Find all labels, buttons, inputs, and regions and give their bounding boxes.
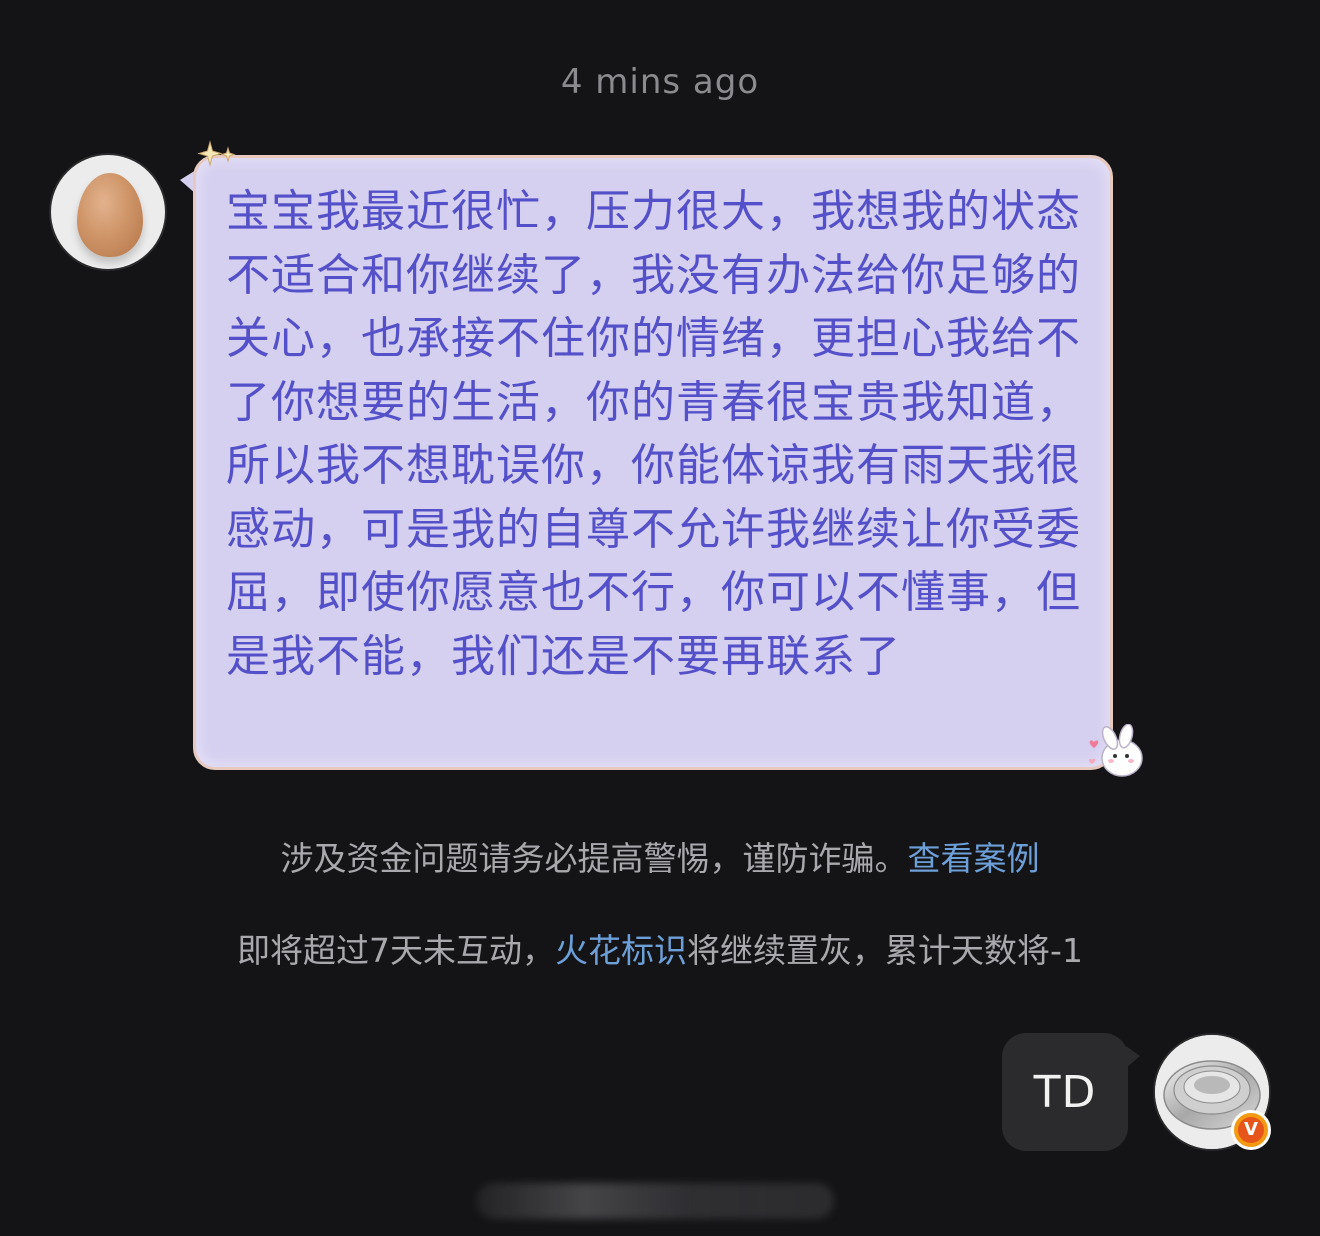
fraud-warning-text: 涉及资金问题请务必提高警惕，谨防诈骗。 — [280, 839, 908, 878]
blurred-content-strip — [476, 1183, 834, 1219]
spark-status-notice: 即将超过7天未互动，火花标识将继续置灰，累计天数将-1 — [0, 924, 1320, 972]
sparkle-icon — [198, 140, 236, 167]
fraud-warning-notice: 涉及资金问题请务必提高警惕，谨防诈骗。查看案例 — [0, 832, 1320, 880]
egg-avatar-icon — [77, 173, 143, 257]
view-cases-link[interactable]: 查看案例 — [908, 839, 1040, 878]
bunny-sticker-icon — [1088, 724, 1143, 777]
outgoing-bubble-tail — [1126, 1046, 1140, 1068]
verified-v-badge-icon: V — [1231, 1110, 1271, 1150]
incoming-message-bubble[interactable]: 宝宝我最近很忙，压力很大，我想我的状态不适合和你继续了，我没有办法给你足够的关心… — [193, 155, 1113, 770]
spark-notice-prefix: 即将超过7天未互动， — [237, 931, 556, 970]
outgoing-message-bubble[interactable]: TD — [1002, 1033, 1128, 1151]
outgoing-message-text: TD — [1033, 1066, 1097, 1118]
sender-avatar[interactable] — [49, 153, 167, 271]
spark-badge-link[interactable]: 火花标识 — [555, 931, 687, 970]
badge-label: V — [1238, 1117, 1264, 1143]
message-timestamp: 4 mins ago — [560, 62, 760, 102]
incoming-message-text: 宝宝我最近很忙，压力很大，我想我的状态不适合和你继续了，我没有办法给你足够的关心… — [226, 186, 1081, 682]
spark-notice-suffix: 将继续置灰，累计天数将-1 — [687, 931, 1083, 970]
